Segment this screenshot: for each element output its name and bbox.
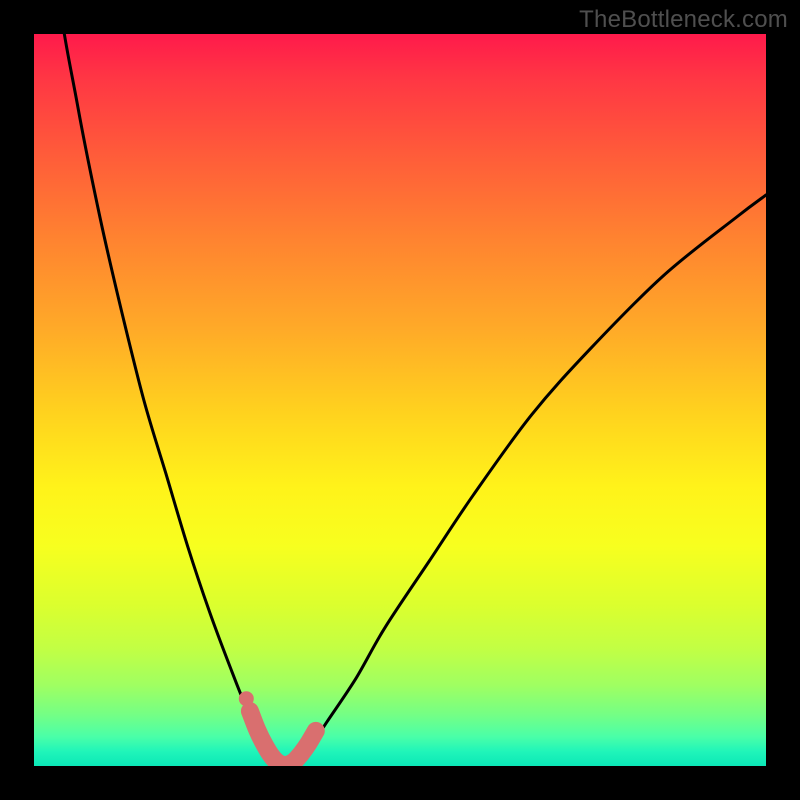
chart-frame: TheBottleneck.com [0, 0, 800, 800]
bottleneck-curve [34, 34, 766, 766]
valley-isolated-dot [239, 691, 254, 706]
curve-layer [34, 34, 766, 766]
valley-marker-path [250, 711, 316, 765]
watermark-text: TheBottleneck.com [579, 6, 788, 34]
plot-area [34, 34, 766, 766]
